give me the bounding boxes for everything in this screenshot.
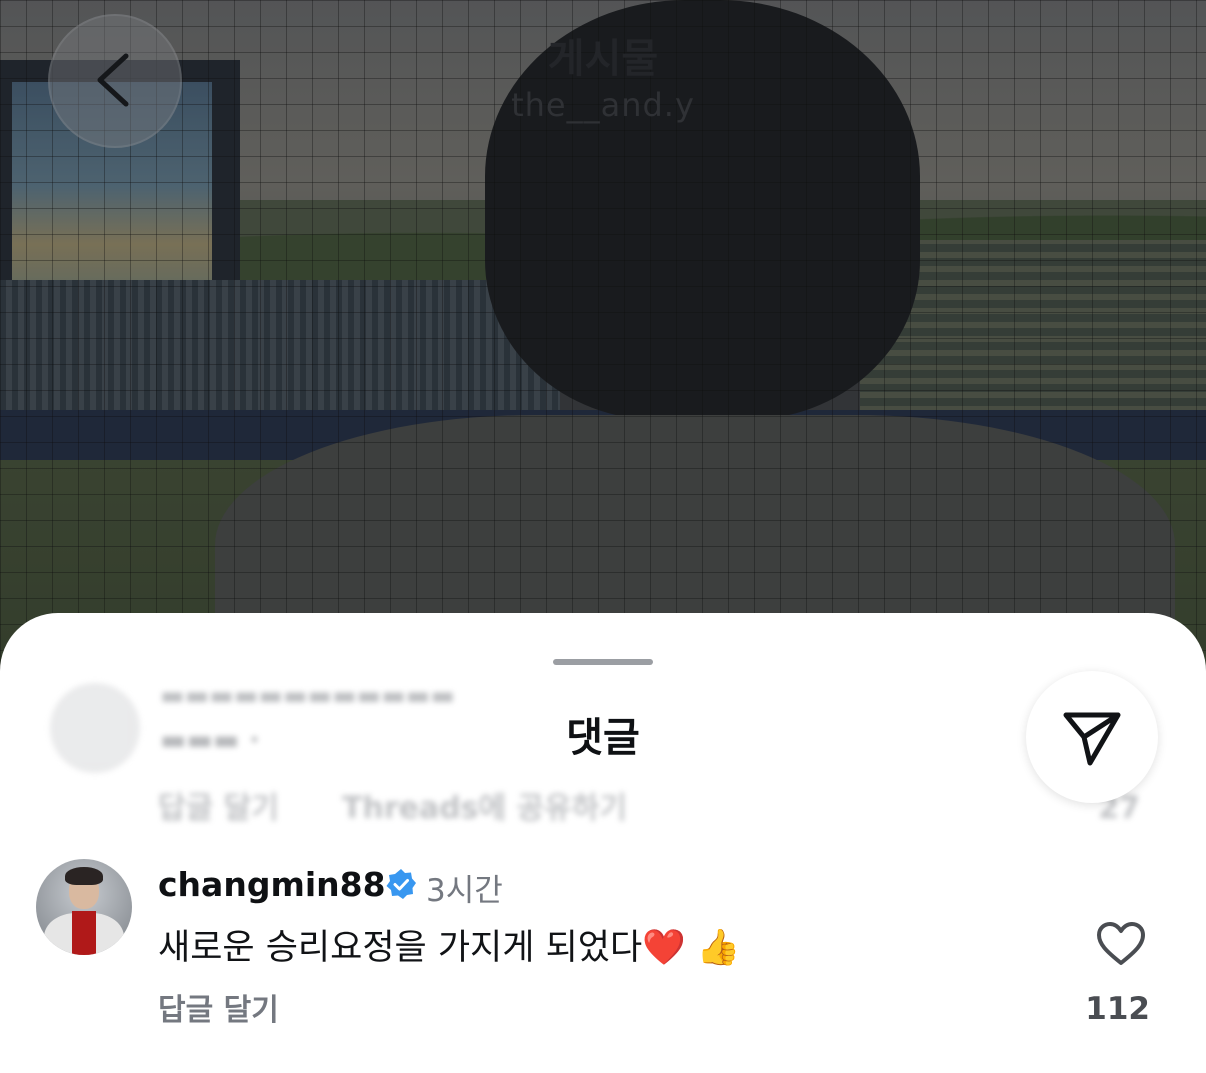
verified-badge-icon bbox=[386, 869, 416, 899]
post-author-username[interactable]: the__and.y bbox=[0, 86, 1206, 124]
comment-username[interactable]: changmin88 bbox=[158, 865, 386, 904]
like-count: 112 bbox=[1085, 991, 1150, 1027]
page-title: 게시물 bbox=[547, 36, 659, 82]
avatar[interactable] bbox=[36, 859, 132, 955]
share-to-threads-link[interactable]: Threads에 공유하기 bbox=[342, 783, 627, 827]
share-button[interactable] bbox=[1026, 671, 1158, 803]
reply-link[interactable]: 답글 달기 bbox=[158, 783, 279, 827]
paper-plane-icon bbox=[1063, 712, 1121, 766]
comment-time: 3시간 bbox=[426, 873, 503, 909]
comment-text: 새로운 승리요정을 가지게 되었다❤️ 👍 bbox=[158, 928, 741, 968]
comments-sheet: ▬▬▬▬▬▬▬▬▬▬▬▬ ▬▬▬ · 답글 달기 Threads에 공유하기 2… bbox=[0, 613, 1206, 1073]
reply-link[interactable]: 답글 달기 bbox=[158, 985, 279, 1029]
heart-outline-icon[interactable] bbox=[1096, 921, 1146, 967]
